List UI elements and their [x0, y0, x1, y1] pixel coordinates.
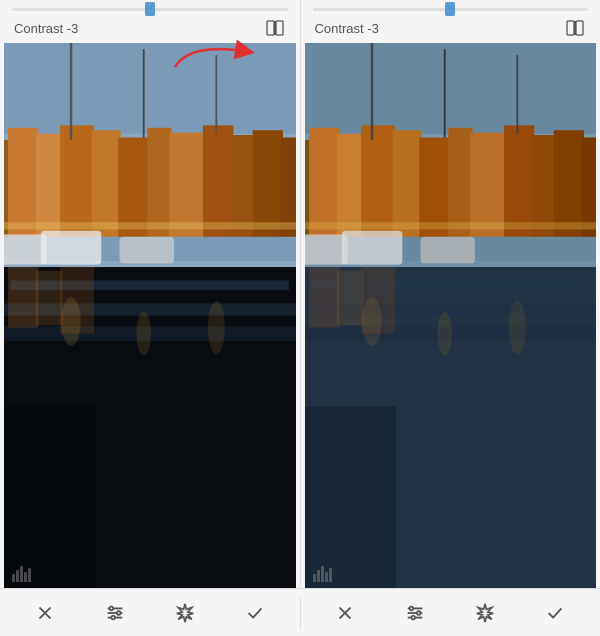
comparison-view: Contrast -3	[0, 0, 600, 588]
left-confirm-button[interactable]	[239, 597, 271, 629]
right-contrast-label: Contrast -3	[315, 21, 379, 36]
left-toolbar	[0, 597, 300, 629]
left-photo	[4, 43, 296, 588]
left-adjustments-button[interactable]	[99, 597, 131, 629]
right-panel: Contrast -3	[300, 0, 600, 588]
left-cancel-button[interactable]	[29, 597, 61, 629]
left-histogram-icon	[12, 566, 31, 582]
left-panel: Contrast -3	[0, 0, 300, 588]
right-split-view-icon[interactable]	[564, 17, 586, 39]
left-split-view-icon[interactable]	[264, 17, 286, 39]
right-confirm-button[interactable]	[539, 597, 571, 629]
bottom-toolbar	[0, 588, 600, 636]
left-photo-sim	[4, 43, 296, 588]
left-magic-button[interactable]	[169, 597, 201, 629]
right-magic-button[interactable]	[469, 597, 501, 629]
right-photo-sim	[305, 43, 597, 588]
right-cancel-button[interactable]	[329, 597, 361, 629]
right-histogram-icon	[313, 566, 332, 582]
right-photo	[305, 43, 597, 588]
right-adjustments-button[interactable]	[399, 597, 431, 629]
right-toolbar	[300, 597, 600, 629]
left-slider-area: Contrast -3	[0, 0, 300, 43]
left-slider-track[interactable]	[12, 8, 288, 11]
right-slider-area: Contrast -3	[301, 0, 600, 43]
left-contrast-label: Contrast -3	[14, 21, 78, 36]
right-slider-thumb[interactable]	[445, 2, 455, 16]
right-slider-track[interactable]	[313, 8, 589, 11]
left-slider-thumb[interactable]	[145, 2, 155, 16]
